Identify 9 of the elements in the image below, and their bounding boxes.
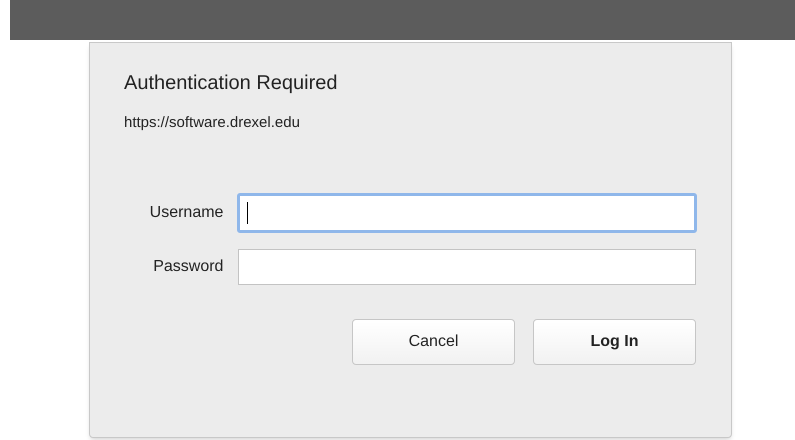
text-cursor-icon xyxy=(247,202,248,224)
dialog-button[interactable]: Cancel xyxy=(352,319,515,365)
input-field[interactable] xyxy=(238,249,696,285)
input-field[interactable] xyxy=(237,193,697,233)
dialog-button[interactable]: Log In xyxy=(533,319,696,365)
field-label: Username xyxy=(148,203,224,223)
site-url: https://software.drexel.edu xyxy=(124,113,301,133)
dialog-title: Authentication Required xyxy=(124,71,338,96)
field-label: Password xyxy=(152,257,224,277)
